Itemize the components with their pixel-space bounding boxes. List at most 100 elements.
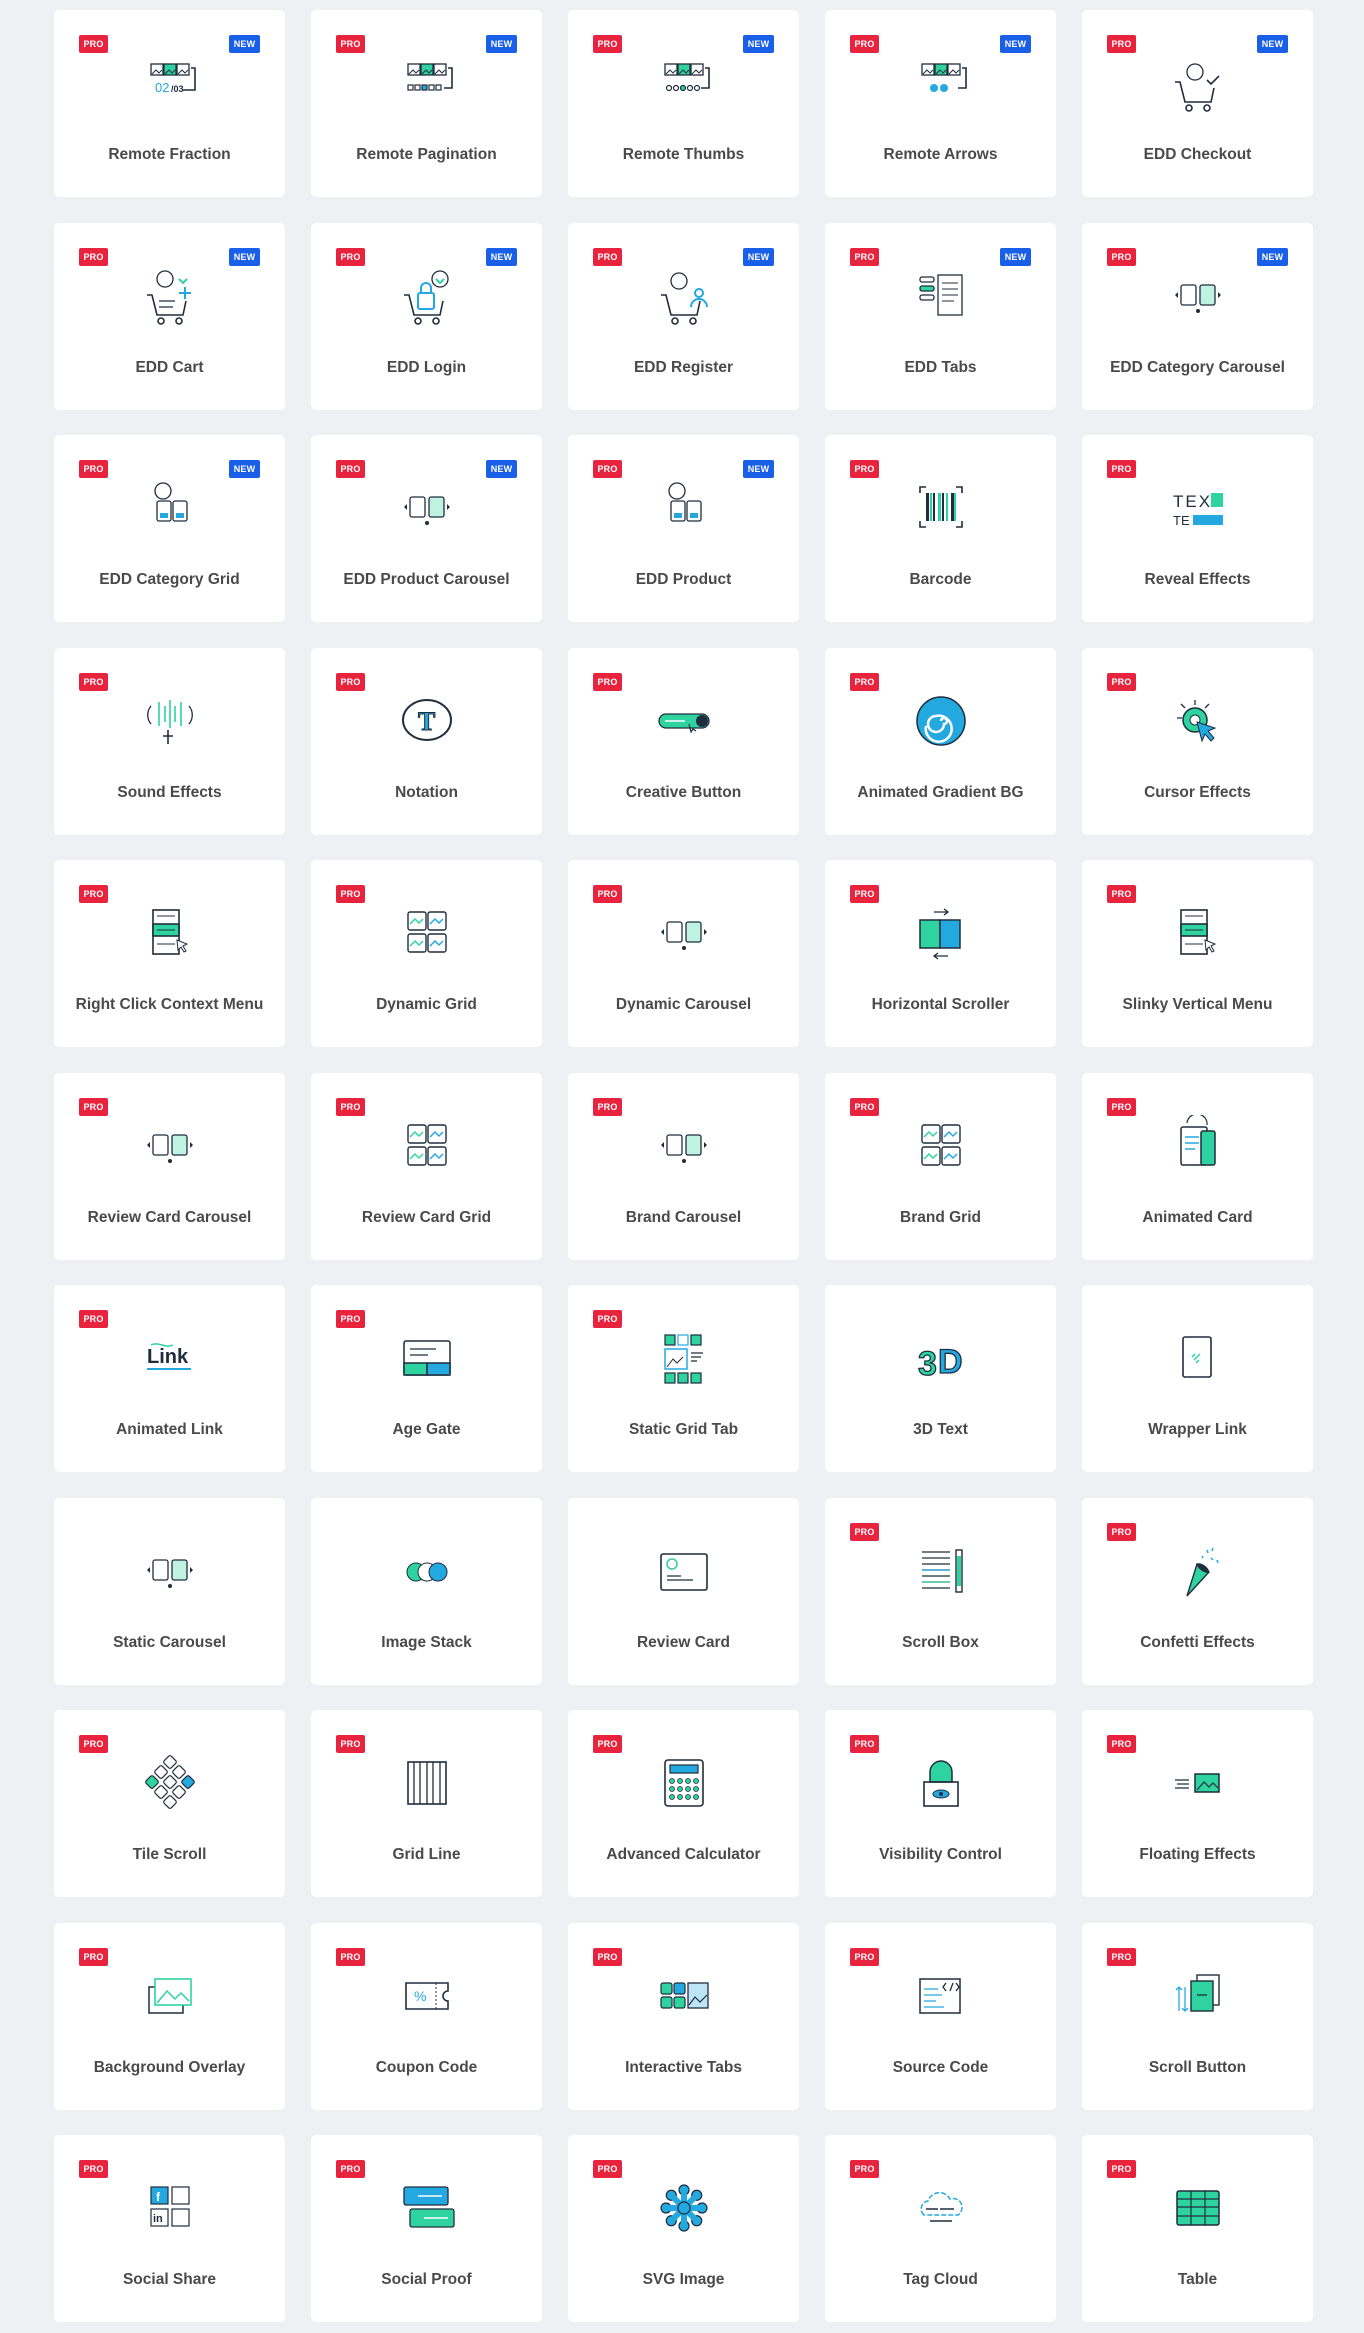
widget-card-edd-checkout[interactable]: PRO NEW EDD Checkout [1082,10,1313,197]
pro-badge: PRO [1107,35,1136,53]
widget-card-animated-card[interactable]: PRO Animated Card [1082,1072,1313,1260]
widget-card-scroll-button[interactable]: PRO Scroll Button [1082,1922,1313,2110]
widget-card-wrapper-link[interactable]: Wrapper Link [1082,1285,1313,1472]
widget-card-review-card-grid[interactable]: PRO Review Card Grid [311,1072,542,1260]
widget-card-animated-gradient-bg[interactable]: PRO Animated Gradient BG [825,647,1056,835]
calculator-icon [653,1752,715,1814]
widget-card-dynamic-grid[interactable]: PRO Dynamic Grid [311,860,542,1047]
widget-label: EDD Checkout [1143,146,1252,163]
widget-card-barcode[interactable]: PRO Barcode [825,435,1056,622]
gridtab-icon [653,1327,715,1389]
widget-card-image-stack[interactable]: Image Stack [311,1497,542,1685]
pro-badge: PRO [850,460,879,478]
widget-label: Right Click Context Menu [75,996,264,1013]
widget-card-brand-grid[interactable]: PRO Brand Grid [825,1072,1056,1260]
link-icon: Link [139,1327,201,1389]
widget-label: Wrapper Link [1148,1421,1247,1438]
widget-card-source-code[interactable]: PRO Source Code [825,1922,1056,2110]
widget-card-edd-register[interactable]: PRO NEW EDD Register [568,222,799,410]
widget-card-social-proof[interactable]: PRO Social Proof [311,2135,542,2322]
widget-card-coupon-code[interactable]: PRO% Coupon Code [311,1922,542,2110]
sound-icon [139,690,201,752]
pro-badge: PRO [79,1947,108,1966]
widget-card-remote-thumbs[interactable]: PRO NEW Remote Thumbs [568,10,799,197]
widget-card-svg-image[interactable]: PRO SVG Image [568,2135,799,2322]
widget-card-edd-tabs[interactable]: PRO NEW EDD Tabs [825,222,1056,410]
widget-card-floating-effects[interactable]: PRO Floating Effects [1082,1710,1313,1897]
widget-card-edd-cart[interactable]: PRO NEW EDD Cart [54,222,285,410]
widget-card-reveal-effects[interactable]: PRO TEX TE Reveal Effects [1082,435,1313,622]
grid4-icon [910,1115,972,1177]
widget-label: Advanced Calculator [606,1846,761,1863]
widget-card-review-card-carousel[interactable]: PRO Review Card Carousel [54,1072,285,1260]
carousel-icon [139,1540,201,1602]
widget-card-right-click-context-menu[interactable]: PRO Right Click Context Menu [54,860,285,1047]
pro-badge: PRO [1107,1735,1136,1753]
pro-badge: PRO [850,1735,879,1753]
widget-card-static-carousel[interactable]: Static Carousel [54,1497,285,1685]
pro-badge: PRO [1107,460,1136,478]
widget-card-age-gate[interactable]: PRO Age Gate [311,1285,542,1472]
new-badge: NEW [1257,35,1288,53]
widget-card-edd-category-carousel[interactable]: PRO NEW EDD Category Carousel [1082,222,1313,410]
pro-badge: PRO [850,1097,879,1116]
cart-lock-icon [396,265,458,327]
widget-card-static-grid-tab[interactable]: PRO Static Grid Tab [568,1285,799,1472]
carousel-icon [396,477,458,539]
widget-card-visibility-control[interactable]: PRO Visibility Control [825,1710,1056,1897]
widget-card-table[interactable]: PRO Table [1082,2135,1313,2322]
widget-card-remote-arrows[interactable]: PRO NEW Remote Arrows [825,10,1056,197]
widget-card-review-card[interactable]: Review Card [568,1497,799,1685]
widget-card-grid-line[interactable]: PRO Grid Line [311,1710,542,1897]
widget-card-remote-pagination[interactable]: PRO NEW Remote Pagination [311,10,542,197]
agegate-icon [396,1327,458,1389]
widget-card-brand-carousel[interactable]: PRO Brand Carousel [568,1072,799,1260]
widget-card-notation[interactable]: PRO T Notation [311,647,542,835]
widget-card-interactive-tabs[interactable]: PRO Interactive Tabs [568,1922,799,2110]
widget-label: Creative Button [625,783,742,801]
pro-badge: PRO [593,1735,622,1753]
barcode-icon [910,477,972,539]
widget-label: Static Carousel [113,1633,226,1651]
widget-card-edd-product[interactable]: PRO NEW EDD Product [568,435,799,622]
widget-label: EDD Cart [135,358,204,376]
widget-card-advanced-calculator[interactable]: PRO Advanced Calculator [568,1710,799,1897]
widget-card-confetti-effects[interactable]: PRO Confetti Effects [1082,1497,1313,1685]
svg-text:TEX: TEX [1173,492,1212,511]
widget-label: Tile Scroll [132,1846,207,1863]
widget-card-slinky-vertical-menu[interactable]: PRO Slinky Vertical Menu [1082,860,1313,1047]
cart-user-icon [653,265,715,327]
widget-card-edd-product-carousel[interactable]: PRO NEW EDD Product Carousel [311,435,542,622]
widget-label: Confetti Effects [1140,1633,1255,1651]
scrollbtn-icon [1167,1965,1229,2027]
widget-card-edd-login[interactable]: PRO NEW EDD Login [311,222,542,410]
carousel-icon [1167,265,1229,327]
widget-label: Social Proof [381,2271,472,2288]
stack-icon [396,1540,458,1602]
widget-card-animated-link[interactable]: PRO Link Animated Link [54,1285,285,1472]
pro-badge: PRO [79,247,108,266]
pro-badge: PRO [79,1735,108,1753]
new-badge: NEW [486,460,517,478]
widget-card-horizontal-scroller[interactable]: PRO Horizontal Scroller [825,860,1056,1047]
itabs-icon [653,1965,715,2027]
widget-card-scroll-box[interactable]: PRO Scroll Box [825,1497,1056,1685]
new-badge: NEW [1257,247,1288,266]
widget-card-3d-text[interactable]: 3 D 3D Text [825,1285,1056,1472]
widget-card-social-share[interactable]: PRO f in Social Share [54,2135,285,2322]
widget-card-tile-scroll[interactable]: PRO Tile Scroll [54,1710,285,1897]
widget-card-background-overlay[interactable]: PRO Background Overlay [54,1922,285,2110]
widget-card-creative-button[interactable]: PRO Creative Button [568,647,799,835]
widget-card-dynamic-carousel[interactable]: PRO Dynamic Carousel [568,860,799,1047]
text3d-icon: 3D [910,1327,972,1389]
new-badge: NEW [743,460,774,478]
new-badge: NEW [743,247,774,266]
widget-card-cursor-effects[interactable]: PRO Cursor Effects [1082,647,1313,835]
pro-badge: PRO [79,35,108,53]
widget-card-sound-effects[interactable]: PRO Sound Effects [54,647,285,835]
pro-badge: PRO [593,35,622,53]
widget-card-tag-cloud[interactable]: PRO Tag Cloud [825,2135,1056,2322]
cart-plus-icon [139,265,201,327]
widget-card-edd-category-grid[interactable]: PRO NEW EDD Category Grid [54,435,285,622]
widget-card-remote-fraction[interactable]: PRO NEW 02/03 Remote Fraction [54,10,285,197]
